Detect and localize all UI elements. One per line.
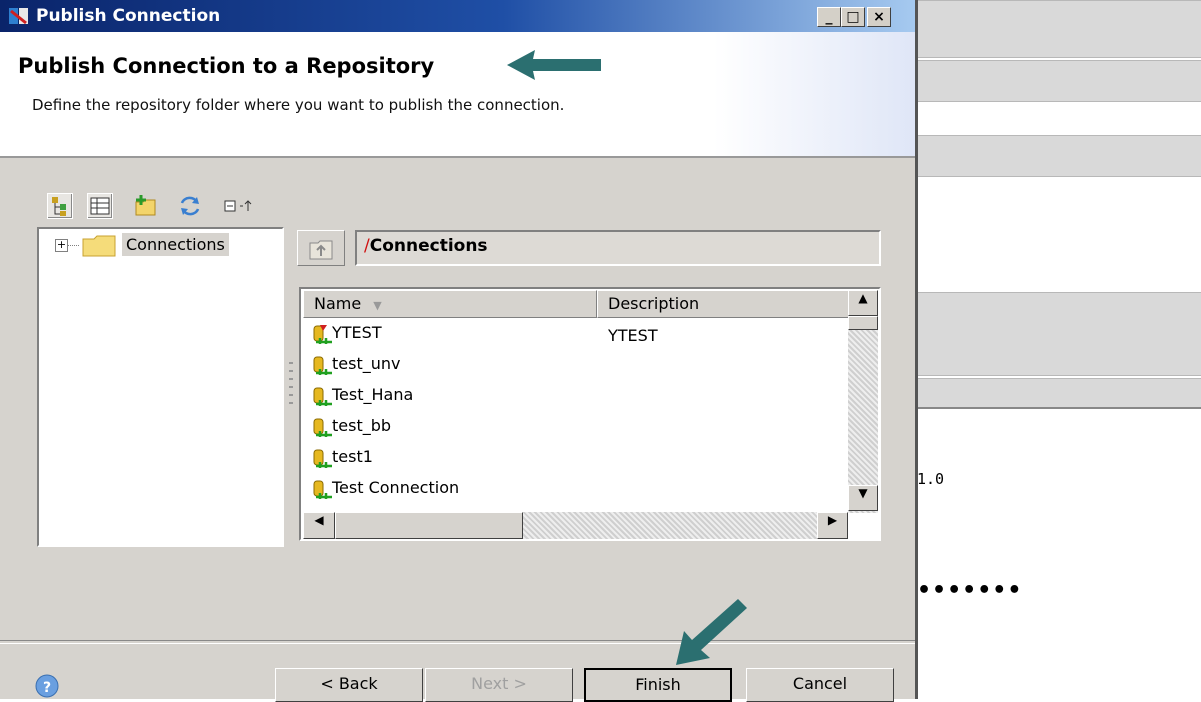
close-button[interactable]: × — [867, 7, 891, 27]
bg-password-field: ••••••• — [917, 578, 1023, 603]
show-tree-button[interactable] — [47, 193, 73, 219]
row-description: YTEST — [608, 326, 658, 345]
finish-button[interactable]: Finish — [584, 668, 732, 702]
splitter-handle[interactable] — [289, 362, 293, 404]
collapse-all-button[interactable] — [222, 193, 252, 219]
tree-item-connections[interactable]: Connections — [122, 233, 229, 256]
list-item-name: test_bb — [332, 416, 392, 435]
up-folder-button[interactable] — [297, 230, 345, 266]
horizontal-scroll-thumb[interactable] — [335, 512, 523, 539]
bg-band — [915, 378, 1201, 409]
show-details-button[interactable] — [87, 193, 113, 219]
maximize-button[interactable]: □ — [841, 7, 865, 27]
list-item-name: test_unv — [332, 354, 401, 373]
connection-icon — [313, 480, 332, 499]
list-item-name: test1 — [332, 447, 373, 466]
bg-band — [915, 0, 1201, 58]
svg-text:?: ? — [43, 680, 51, 696]
connection-icon — [313, 449, 332, 468]
up-folder-icon — [309, 240, 333, 260]
current-path: /Connections — [364, 236, 488, 256]
bg-version-text: 1.0 — [917, 470, 945, 488]
connection-icon — [313, 356, 332, 375]
list-item-name: YTEST — [332, 323, 382, 342]
help-icon[interactable]: ? — [34, 673, 60, 699]
app-icon — [8, 5, 30, 27]
column-header-name-label: Name — [314, 294, 362, 313]
connection-icon — [313, 387, 332, 406]
list-item-name: Test_Hana — [332, 385, 414, 404]
connections-list[interactable] — [299, 287, 881, 541]
wizard-header: Publish Connection to a Repository Defin… — [0, 32, 915, 158]
new-folder-icon — [135, 195, 156, 216]
page-title: Publish Connection to a Repository — [18, 54, 435, 78]
bg-band — [915, 60, 1201, 102]
bg-band — [915, 292, 1201, 376]
next-button[interactable]: Next > — [425, 668, 573, 702]
back-button[interactable]: < Back — [275, 668, 423, 702]
collapse-all-icon — [224, 200, 252, 212]
cancel-button[interactable]: Cancel — [746, 668, 894, 702]
refresh-button[interactable] — [177, 193, 203, 219]
connection-icon — [313, 418, 332, 437]
tree-view-icon — [52, 197, 66, 216]
column-header-description[interactable]: Description — [597, 290, 850, 318]
arrow-left-icon: ◀ — [314, 513, 324, 527]
column-header-name[interactable]: Name ▼ — [303, 290, 597, 318]
refresh-icon — [180, 196, 200, 216]
background-window: 1.0 ••••••• — [915, 0, 1201, 699]
annotation-arrow-icon — [676, 599, 747, 665]
list-item-name: Test Connection — [332, 478, 460, 497]
folder-icon — [82, 235, 116, 257]
vertical-scroll-thumb[interactable] — [848, 316, 878, 330]
new-folder-button[interactable] — [133, 193, 159, 219]
details-view-icon — [90, 197, 110, 215]
title-bar[interactable]: Publish Connection _ □ × — [0, 0, 915, 32]
scroll-up-button[interactable]: ▲ — [848, 290, 878, 316]
minimize-button[interactable]: _ — [817, 7, 841, 27]
arrow-right-icon: ▶ — [827, 513, 838, 527]
arrow-up-icon: ▲ — [858, 291, 868, 305]
scroll-down-button[interactable]: ▼ — [848, 485, 878, 511]
path-folder: Connections — [369, 236, 488, 256]
footer-divider — [0, 640, 915, 644]
folder-tree[interactable] — [37, 227, 284, 547]
arrow-down-icon: ▼ — [858, 486, 868, 500]
page-description: Define the repository folder where you w… — [32, 96, 565, 114]
annotation-arrow-icon — [507, 50, 601, 80]
bg-band — [915, 135, 1201, 177]
scroll-left-button[interactable]: ◀ — [303, 512, 335, 539]
window-title: Publish Connection — [36, 6, 221, 26]
sort-desc-icon: ▼ — [373, 299, 382, 312]
scroll-right-button[interactable]: ▶ — [817, 512, 848, 539]
connection-published-icon — [313, 325, 332, 344]
tree-connector-line — [67, 245, 79, 246]
